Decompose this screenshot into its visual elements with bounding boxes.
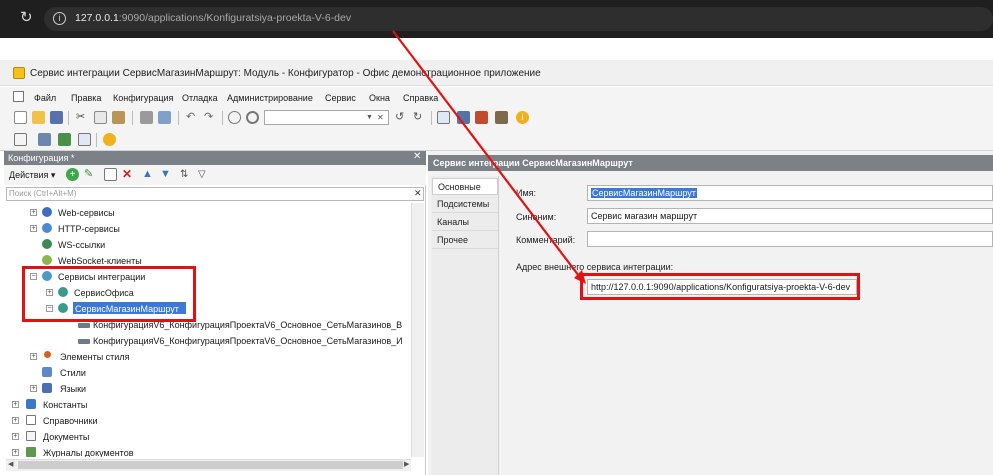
- annotation-arrow: [392, 30, 586, 284]
